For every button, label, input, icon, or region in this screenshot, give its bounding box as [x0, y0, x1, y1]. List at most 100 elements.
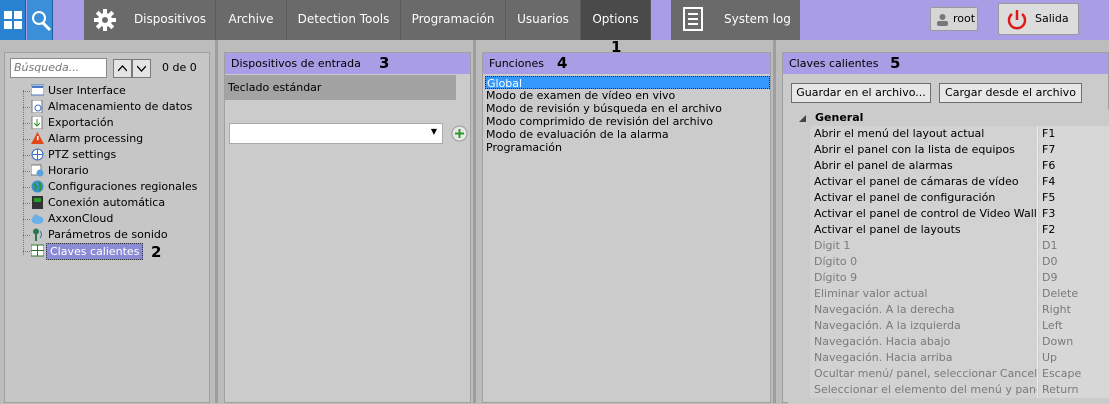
table-row[interactable]: Eliminar valor actual Delete	[810, 286, 1109, 302]
panel-title: Funciones	[483, 53, 770, 74]
search-prev-button[interactable]	[113, 59, 132, 78]
settings-button[interactable]	[84, 0, 125, 40]
table-row[interactable]: Navegación. A la derecha Right	[810, 302, 1109, 318]
table-row[interactable]: Abrir el panel con la lista de equipos F7	[810, 142, 1109, 158]
key-value[interactable]: Right	[1039, 302, 1109, 318]
marker-3: 3	[379, 54, 390, 72]
ptz-icon	[31, 148, 44, 161]
search-input[interactable]: Búsqueda...	[10, 58, 107, 78]
load-from-file-button[interactable]: Cargar desde el archivo	[939, 83, 1082, 103]
menu-programacion[interactable]: Programación	[401, 0, 506, 40]
action-name: Digit 1	[810, 238, 1038, 254]
device-select[interactable]: ▼	[229, 123, 443, 144]
function-item[interactable]: Modo de examen de vídeo en vivo	[485, 89, 770, 102]
key-value[interactable]: D9	[1039, 270, 1109, 286]
user-interface-icon	[31, 84, 44, 96]
menu-usuarios[interactable]: Usuarios	[506, 0, 581, 40]
tree-item-label: Configuraciones regionales	[48, 180, 198, 193]
gear-icon	[94, 9, 116, 31]
table-row[interactable]: Activar el panel de control de Video Wal…	[810, 206, 1109, 222]
hotkeys-panel: Claves calientes Guardar en el archivo..…	[782, 52, 1109, 404]
tree-item-label: Exportación	[48, 116, 114, 129]
key-value[interactable]: Escape	[1039, 366, 1109, 382]
action-name: Abrir el menú del layout actual	[810, 126, 1038, 142]
table-row[interactable]: Dígito 0 D0	[810, 254, 1109, 270]
action-name: Dígito 0	[810, 254, 1038, 270]
action-name: Navegación. Hacia arriba	[810, 350, 1038, 366]
table-row[interactable]: Activar el panel de layouts F2	[810, 222, 1109, 238]
table-row[interactable]: Activar el panel de cámaras de vídeo F4	[810, 174, 1109, 190]
splitter[interactable]	[473, 40, 476, 403]
function-item-global[interactable]: Global	[485, 76, 770, 90]
menu-detection-tools[interactable]: Detection Tools	[287, 0, 401, 40]
layouts-button[interactable]	[0, 0, 26, 40]
storage-icon	[31, 100, 43, 113]
action-name: Eliminar valor actual	[810, 286, 1038, 302]
key-value[interactable]: Up	[1039, 350, 1109, 366]
auto-connect-icon	[32, 196, 43, 209]
key-value[interactable]: Delete	[1039, 286, 1109, 302]
group-general[interactable]: General	[788, 110, 1109, 126]
panel-title: Dispositivos de entrada	[225, 53, 470, 74]
user-button[interactable]: root	[930, 7, 978, 31]
table-row[interactable]: Navegación. Hacia arriba Up	[810, 350, 1109, 366]
tree-item-label: AxxonCloud	[48, 212, 114, 225]
hotkeys-icon	[31, 244, 44, 257]
tree-item-label: Parámetros de sonido	[48, 228, 168, 241]
table-row[interactable]: Navegación. A la izquierda Left	[810, 318, 1109, 334]
action-name: Dígito 9	[810, 270, 1038, 286]
add-icon[interactable]	[451, 125, 468, 142]
splitter[interactable]	[773, 40, 776, 403]
table-row[interactable]: Dígito 9 D9	[810, 270, 1109, 286]
document-log-icon	[683, 7, 703, 31]
splitter[interactable]	[215, 40, 218, 403]
table-row[interactable]: Digit 1 D1	[810, 238, 1109, 254]
function-item[interactable]: Modo de evaluación de la alarma	[485, 128, 770, 141]
menu-options[interactable]: Options	[581, 0, 651, 40]
key-value[interactable]: D0	[1039, 254, 1109, 270]
tree-item-label: Alarm processing	[48, 132, 144, 145]
system-log-button[interactable]: System log	[671, 0, 800, 40]
layout-grid-icon	[4, 11, 22, 29]
tree-connector	[23, 90, 24, 255]
dropdown-arrow-icon: ▼	[430, 127, 437, 136]
device-list-item[interactable]: Teclado estándar	[225, 75, 456, 100]
table-row[interactable]: Navegación. Hacia abajo Down	[810, 334, 1109, 350]
key-value[interactable]: F5	[1039, 190, 1109, 206]
group-label: General	[815, 111, 864, 124]
user-name: root	[953, 12, 976, 25]
function-item[interactable]: Modo comprimido de revisión del archivo	[485, 115, 770, 128]
search-button[interactable]	[27, 0, 53, 40]
key-value[interactable]: F1	[1039, 126, 1109, 142]
key-value[interactable]: F3	[1039, 206, 1109, 222]
key-value[interactable]: D1	[1039, 238, 1109, 254]
tree-item-label: Almacenamiento de datos	[48, 100, 193, 113]
tree-item-label: Horario	[48, 164, 89, 177]
action-name: Activar el panel de cámaras de vídeo	[810, 174, 1038, 190]
table-row[interactable]: Ocultar menú/ panel, seleccionar Cancela…	[810, 366, 1109, 382]
function-item[interactable]: Modo de revisión y búsqueda en el archiv…	[485, 102, 770, 115]
menu-dispositivos[interactable]: Dispositivos	[125, 0, 216, 40]
collapse-triangle-icon	[799, 115, 806, 122]
key-value[interactable]: F4	[1039, 174, 1109, 190]
save-to-file-button[interactable]: Guardar en el archivo...	[791, 83, 931, 103]
sound-icon	[33, 228, 42, 241]
table-row[interactable]: Abrir el menú del layout actual F1	[810, 126, 1109, 142]
table-row[interactable]: Abrir el panel de alarmas F6	[810, 158, 1109, 174]
action-name: Activar el panel de control de Video Wal…	[810, 206, 1038, 222]
key-value[interactable]: F2	[1039, 222, 1109, 238]
exit-button[interactable]: Salida	[998, 3, 1079, 35]
search-next-button[interactable]	[132, 59, 151, 78]
settings-tree-panel: Búsqueda... 0 de 0 User Interface Almace…	[4, 52, 210, 403]
menu-archive[interactable]: Archive	[216, 0, 287, 40]
key-value[interactable]: Left	[1039, 318, 1109, 334]
table-row[interactable]: Seleccionar el elemento del menú y panel…	[810, 382, 1109, 398]
hotkeys-table: General Abrir el menú del layout actual F…	[788, 110, 1109, 404]
key-value[interactable]: F7	[1039, 142, 1109, 158]
table-row[interactable]: Activar el panel de configuración F5	[810, 190, 1109, 206]
functions-panel: Funciones Global Modo de examen de vídeo…	[482, 52, 771, 403]
key-value[interactable]: Down	[1039, 334, 1109, 350]
key-value[interactable]: F6	[1039, 158, 1109, 174]
function-item[interactable]: Programación	[485, 141, 770, 154]
key-value[interactable]: Return	[1039, 382, 1109, 398]
